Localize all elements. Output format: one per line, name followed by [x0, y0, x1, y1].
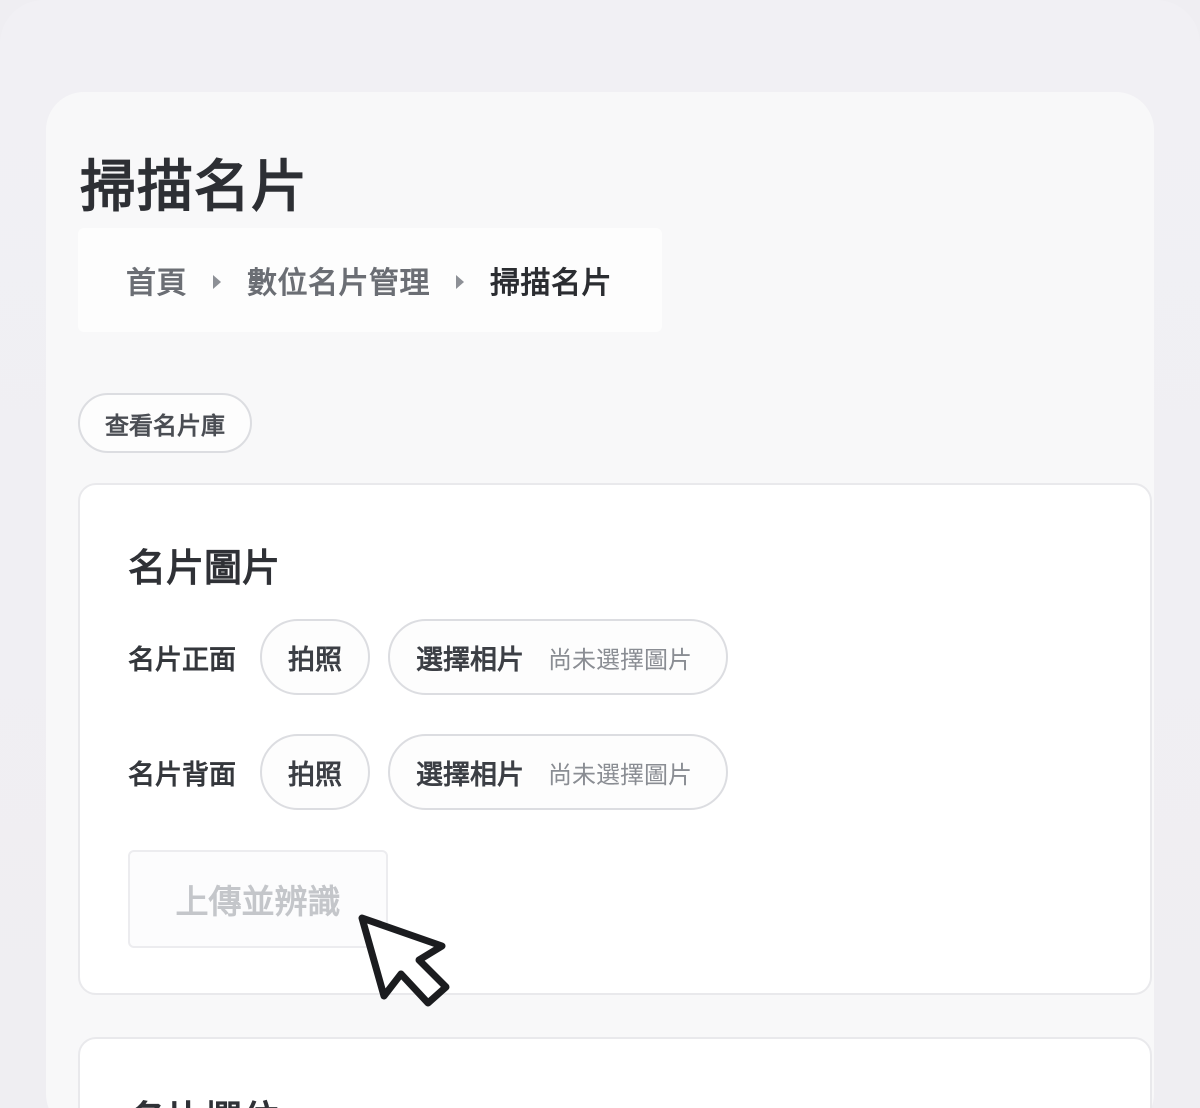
- front-image-label: 名片正面: [128, 644, 236, 676]
- front-take-photo-button[interactable]: 拍照: [260, 619, 370, 695]
- front-select-photo-button[interactable]: 選擇相片 尚未選擇圖片: [388, 619, 728, 695]
- back-file-status: 尚未選擇圖片: [548, 761, 692, 789]
- back-take-photo-button[interactable]: 拍照: [260, 734, 370, 810]
- card-images-section: 名片圖片 名片正面 拍照 選擇相片 尚未選擇圖片 名片背面 拍照 選擇相片 尚未…: [78, 483, 1152, 995]
- view-card-library-button[interactable]: 查看名片庫: [78, 393, 252, 453]
- back-select-photo-label: 選擇相片: [416, 759, 524, 790]
- caret-right-icon: [213, 275, 221, 289]
- page-title: 掃描名片: [80, 155, 308, 220]
- breadcrumb-current-page: 掃描名片: [490, 266, 612, 301]
- front-select-photo-label: 選擇相片: [416, 644, 524, 675]
- card-images-title: 名片圖片: [128, 546, 281, 590]
- upload-and-recognize-button[interactable]: 上傳並辨識: [128, 850, 388, 948]
- breadcrumb-home-link[interactable]: 首頁: [126, 258, 187, 302]
- back-image-row: 名片背面 拍照 選擇相片 尚未選擇圖片: [128, 734, 728, 810]
- caret-right-icon: [456, 275, 464, 289]
- breadcrumb: 首頁 數位名片管理 掃描名片: [78, 228, 662, 332]
- breadcrumb-card-management-link[interactable]: 數位名片管理: [247, 258, 430, 302]
- card-fields-section: 名片欄位: [78, 1037, 1152, 1108]
- back-select-photo-button[interactable]: 選擇相片 尚未選擇圖片: [388, 734, 728, 810]
- card-fields-title: 名片欄位: [128, 1089, 280, 1108]
- back-image-label: 名片背面: [128, 759, 236, 791]
- app-frame: 掃描名片 首頁 數位名片管理 掃描名片 查看名片庫 名片圖片 名片正面 拍照 選…: [0, 0, 1200, 1108]
- front-file-status: 尚未選擇圖片: [548, 646, 692, 674]
- front-image-row: 名片正面 拍照 選擇相片 尚未選擇圖片: [128, 619, 728, 695]
